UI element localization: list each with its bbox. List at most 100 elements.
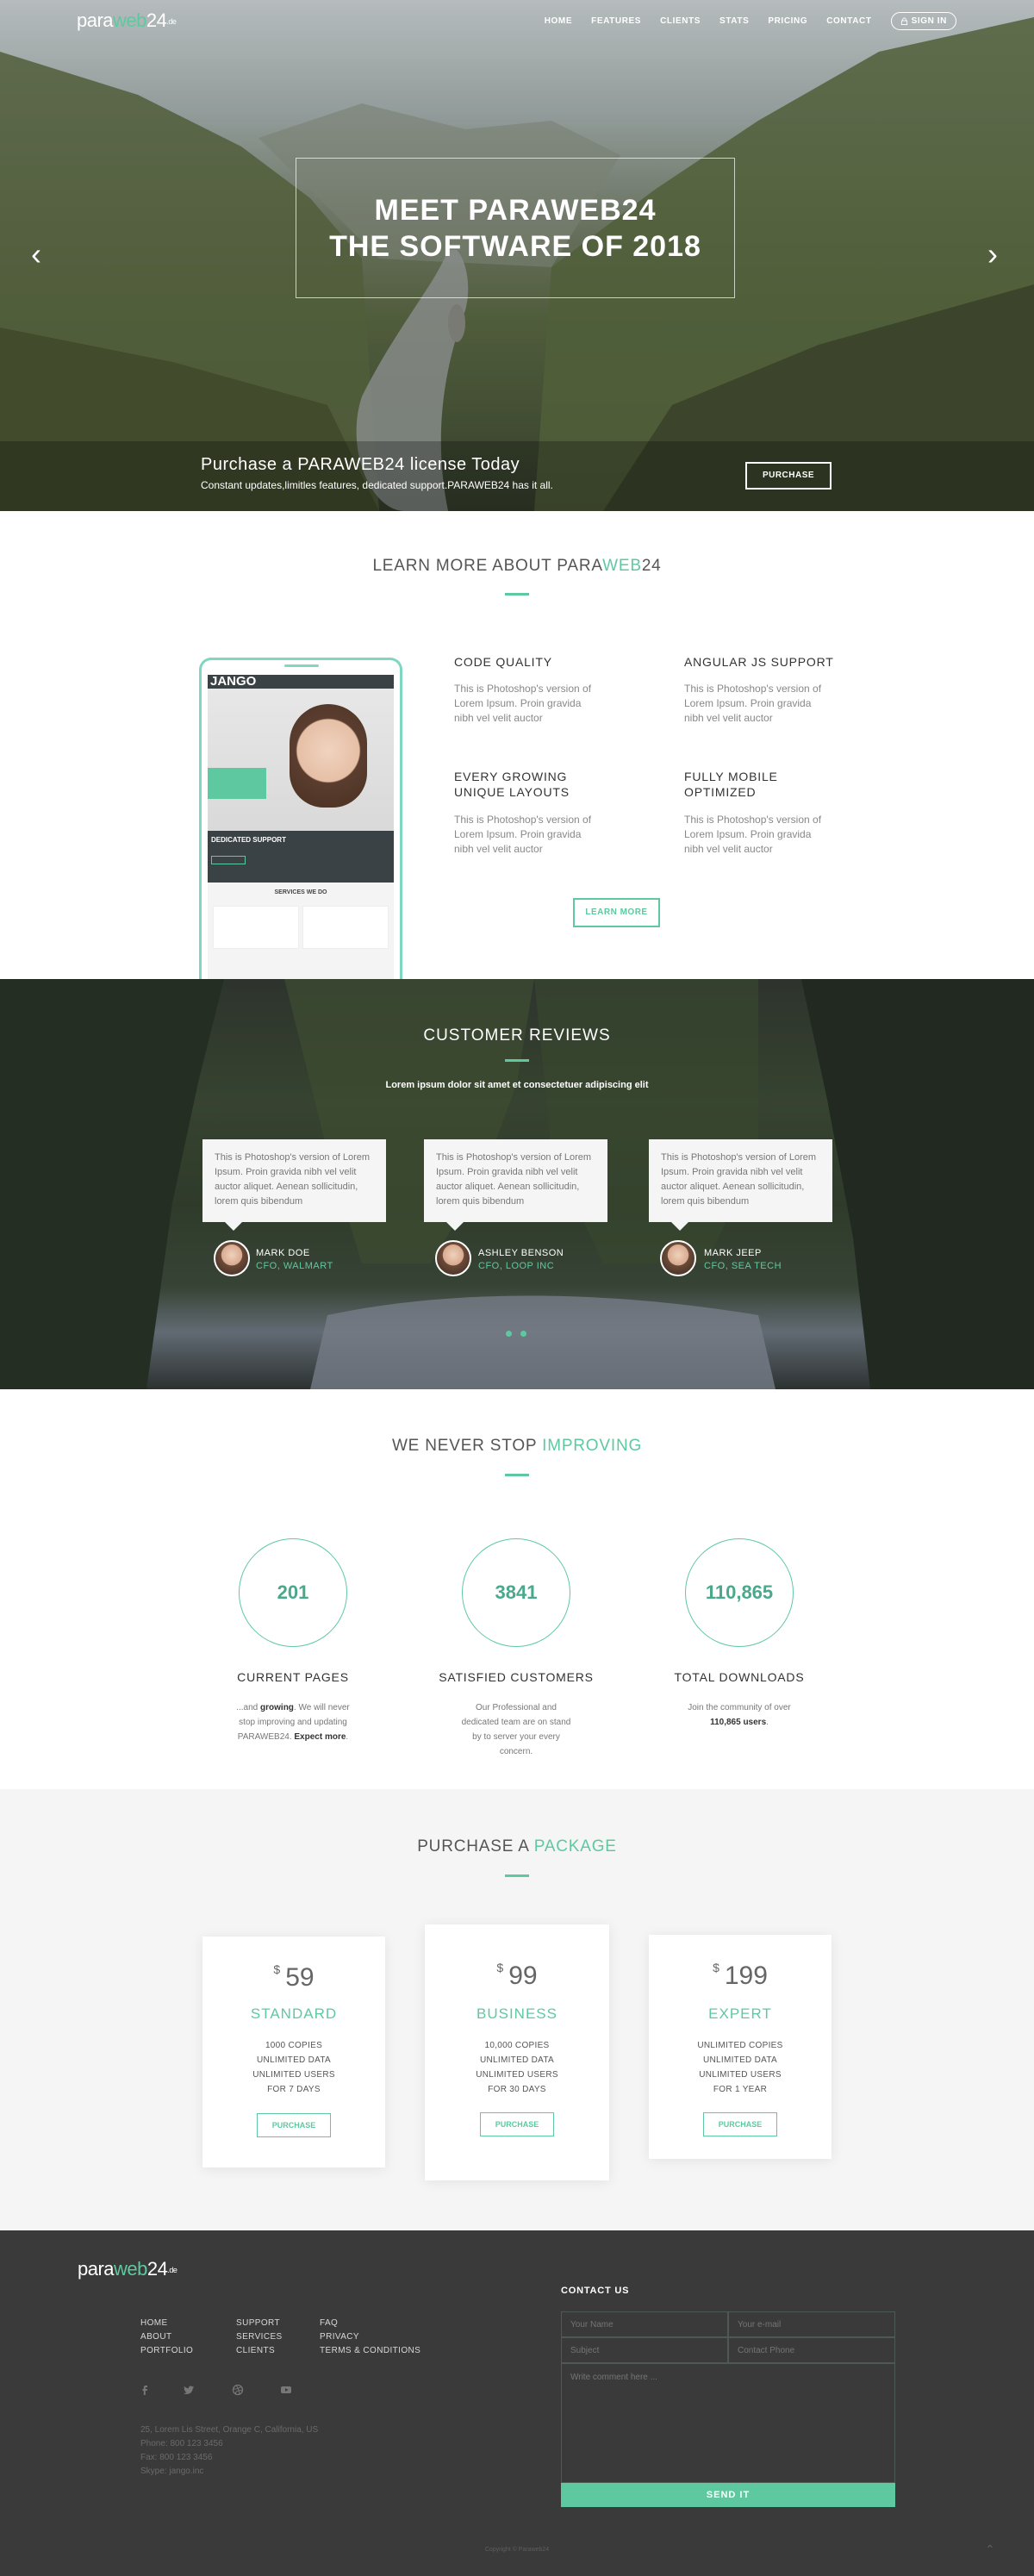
- title-part: 24: [641, 557, 662, 575]
- nav-features[interactable]: FEATURES: [591, 16, 641, 26]
- slider-next-icon[interactable]: ›: [987, 239, 998, 270]
- email-field[interactable]: [728, 2311, 895, 2337]
- main-nav: HOME FEATURES CLIENTS STATS PRICING CONT…: [545, 12, 956, 30]
- logo-part: web: [114, 2258, 147, 2280]
- address-line: 25, Lorem Lis Street, Orange C, Californ…: [140, 2425, 319, 2435]
- comment-field[interactable]: [561, 2363, 895, 2483]
- dribbble-glyph: [232, 2384, 244, 2396]
- nav-home[interactable]: HOME: [545, 16, 572, 26]
- nav-pricing[interactable]: PRICING: [768, 16, 807, 26]
- title-part: LEARN MORE ABOUT PARA: [372, 557, 603, 575]
- feature-text: This is Photoshop's version of Lorem Ips…: [684, 683, 822, 724]
- plan-feature: 1000 COPIES: [265, 2041, 323, 2050]
- footer-logo[interactable]: paraweb24.de: [78, 2258, 178, 2280]
- logo-part: 24: [146, 9, 167, 31]
- stat-circle: 3841: [462, 1538, 570, 1647]
- nav-clients[interactable]: CLIENTS: [660, 16, 701, 26]
- plan-feature: FOR 1 YEAR: [713, 2085, 768, 2094]
- logo-tld: .de: [167, 2266, 178, 2275]
- logo-tld: .de: [166, 17, 177, 27]
- carousel-dot[interactable]: [506, 1331, 512, 1337]
- footer-link-support[interactable]: SUPPORT: [236, 2318, 280, 2328]
- subject-field[interactable]: [561, 2337, 728, 2363]
- pricing-title: PURCHASE A PACKAGE: [0, 1837, 1034, 1856]
- footer-link-faq[interactable]: FAQ: [320, 2318, 338, 2328]
- feature-title: CODE QUALITY: [454, 655, 552, 669]
- stat-text: ...and: [236, 1703, 261, 1712]
- reviews-subtitle: Lorem ipsum dolor sit amet et consectetu…: [385, 1080, 649, 1090]
- logo-part: para: [77, 9, 114, 31]
- feature-title: EVERY GROWING UNIQUE LAYOUTS: [454, 770, 570, 799]
- purchase-band: Purchase a PARAWEB24 license Today Const…: [0, 441, 1034, 511]
- footer-link-terms[interactable]: TERMS & CONDITIONS: [320, 2346, 420, 2355]
- plan-card-expert: $199 EXPERT UNLIMITED COPIES UNLIMITED D…: [649, 1935, 832, 2159]
- plan-feature: UNLIMITED DATA: [256, 2055, 332, 2065]
- skype-line: Skype: jango.inc: [140, 2467, 204, 2476]
- reviewer-role: CFO, SEA TECH: [704, 1261, 782, 1271]
- site-logo[interactable]: paraweb24.de: [77, 9, 177, 32]
- phone-support-button: [211, 856, 246, 864]
- hero-purchase-button[interactable]: PURCHASE: [745, 462, 832, 490]
- purchase-business-button[interactable]: PURCHASE: [480, 2112, 554, 2136]
- phone-speaker: [284, 664, 319, 667]
- stat-label: SATISFIED CUSTOMERS: [439, 1670, 594, 1684]
- learn-more-button[interactable]: LEARN MORE: [573, 898, 660, 927]
- title-underline: [505, 1874, 529, 1877]
- footer-link-services[interactable]: SERVICES: [236, 2332, 283, 2342]
- scroll-top-icon[interactable]: ⌃: [985, 2542, 995, 2557]
- phone-support-block: DEDICATED SUPPORT: [208, 831, 394, 883]
- twitter-icon[interactable]: [182, 2384, 196, 2398]
- avatar: [660, 1240, 696, 1276]
- name-field[interactable]: [561, 2311, 728, 2337]
- footer-link-clients[interactable]: CLIENTS: [236, 2346, 275, 2355]
- purchase-standard-button[interactable]: PURCHASE: [257, 2113, 331, 2137]
- slider-prev-icon[interactable]: ‹: [31, 239, 41, 270]
- nav-contact[interactable]: CONTACT: [826, 16, 871, 26]
- facebook-glyph: [142, 2386, 147, 2395]
- plan-price: $199: [649, 1961, 832, 1991]
- footer-link-portfolio[interactable]: PORTFOLIO: [140, 2346, 193, 2355]
- purchase-expert-button[interactable]: PURCHASE: [703, 2112, 777, 2136]
- plan-price: $59: [202, 1962, 385, 1993]
- nav-stats[interactable]: STATS: [719, 16, 749, 26]
- feature-text: This is Photoshop's version of Lorem Ips…: [684, 814, 822, 855]
- title-part: WEB: [602, 557, 642, 575]
- facebook-icon[interactable]: [138, 2384, 152, 2398]
- send-button[interactable]: SEND IT: [561, 2483, 895, 2507]
- title-underline: [505, 1474, 529, 1476]
- youtube-glyph: [281, 2386, 291, 2393]
- reviews-title: CUSTOMER REVIEWS: [423, 1026, 611, 1045]
- stat-link[interactable]: Expect more: [294, 1732, 346, 1742]
- footer-link-privacy[interactable]: PRIVACY: [320, 2332, 359, 2342]
- phone-field[interactable]: [728, 2337, 895, 2363]
- signin-button[interactable]: SIGN IN: [890, 12, 956, 30]
- youtube-icon[interactable]: [279, 2384, 293, 2398]
- review-card: This is Photoshop's version of Lorem Ips…: [202, 1139, 386, 1231]
- review-card: This is Photoshop's version of Lorem Ips…: [649, 1139, 832, 1231]
- plan-card-standard: $59 STANDARD 1000 COPIES UNLIMITED DATA …: [202, 1937, 385, 2167]
- title-part: WE NEVER STOP: [391, 1437, 543, 1455]
- plan-feature: 10,000 COPIES: [484, 2041, 550, 2050]
- stats-title: WE NEVER STOP IMPROVING: [0, 1437, 1034, 1456]
- review-card: This is Photoshop's version of Lorem Ips…: [424, 1139, 607, 1231]
- currency-symbol: $: [713, 1961, 719, 1974]
- plan-name: STANDARD: [250, 2005, 338, 2022]
- stat-description: ...and growing. We will never stop impro…: [198, 1700, 388, 1744]
- plan-feature: UNLIMITED USERS: [252, 2070, 335, 2080]
- footer-link-about[interactable]: ABOUT: [140, 2332, 171, 2342]
- plan-price-value: 99: [508, 1962, 538, 1990]
- phone-service-cards: [208, 895, 394, 959]
- footer-link-home[interactable]: HOME: [140, 2318, 168, 2328]
- feature-title: FULLY MOBILE OPTIMIZED: [684, 770, 778, 799]
- reviewer-role: CFO, LOOP INC: [478, 1261, 555, 1271]
- stat-circle: 201: [239, 1538, 347, 1647]
- dribbble-icon[interactable]: [231, 2384, 245, 2398]
- stat-text: .: [766, 1718, 769, 1727]
- phone-hero-image: [208, 689, 394, 831]
- carousel-dot[interactable]: [520, 1331, 526, 1337]
- title-part: IMPROVING: [542, 1437, 643, 1455]
- title-part: PACKAGE: [533, 1837, 617, 1856]
- title-part: PURCHASE A: [417, 1837, 534, 1856]
- logo-part: para: [78, 2258, 115, 2280]
- avatar: [214, 1240, 250, 1276]
